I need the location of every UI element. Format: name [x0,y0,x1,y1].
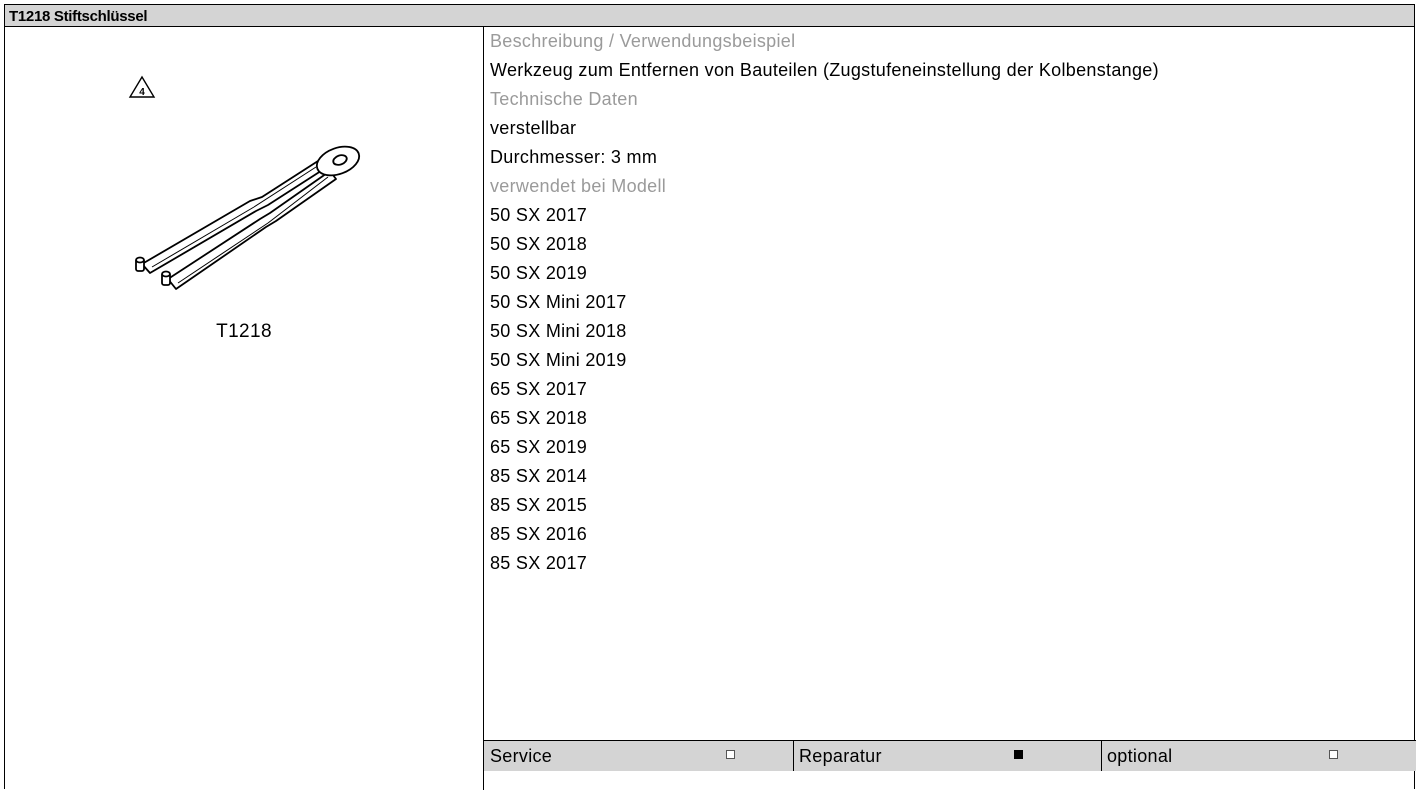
tool-code-caption: T1218 [216,321,272,342]
title-bar: T1218 Stiftschlüssel [5,5,1414,27]
detail-line: 85 SX 2017 [490,553,588,573]
section-heading: verwendet bei Modell [490,176,667,196]
tool-details: Beschreibung / Verwendungsbeispiel Werkze… [484,27,1416,578]
detail-line: 65 SX 2018 [490,408,588,428]
detail-line: 50 SX 2018 [490,234,588,254]
section-heading: Technische Daten [490,89,638,109]
usage-category-bar: Service Reparatur optional [484,740,1416,790]
detail-line: 85 SX 2016 [490,524,588,544]
section-heading: Beschreibung / Verwendungsbeispiel [490,31,796,51]
warning-triangle-icon: 4 [128,75,156,98]
category-bar-bg [484,741,1416,771]
detail-line: Werkzeug zum Entfernen von Bauteilen (Zu… [490,60,1159,80]
tool-card: T1218 Stiftschlüssel 4 T1218 Beschreibun… [4,4,1416,790]
category-optional-checkbox [1329,750,1338,759]
svg-text:4: 4 [139,87,145,98]
category-repair-checkbox [1014,750,1023,759]
category-service-label: Service [490,746,553,766]
detail-line: 85 SX 2015 [490,495,588,515]
category-service-checkbox [726,750,735,759]
detail-line: verstellbar [490,118,577,138]
detail-line: 65 SX 2019 [490,437,588,457]
category-separator [1101,741,1102,771]
detail-line: 50 SX Mini 2017 [490,292,627,312]
detail-line: 50 SX Mini 2018 [490,321,627,341]
pin-wrench-illustration [135,145,361,290]
tool-image-panel: 4 T1218 [5,27,483,790]
tool-title: T1218 Stiftschlüssel [9,8,148,25]
category-optional-label: optional [1107,746,1173,766]
category-separator [793,741,794,771]
detail-line: 50 SX Mini 2019 [490,350,627,370]
detail-line: 50 SX 2017 [490,205,588,225]
detail-line: 85 SX 2014 [490,466,588,486]
detail-line: Durchmesser: 3 mm [490,147,658,167]
detail-line: 50 SX 2019 [490,263,588,283]
category-repair-label: Reparatur [799,746,882,766]
detail-line: 65 SX 2017 [490,379,588,399]
